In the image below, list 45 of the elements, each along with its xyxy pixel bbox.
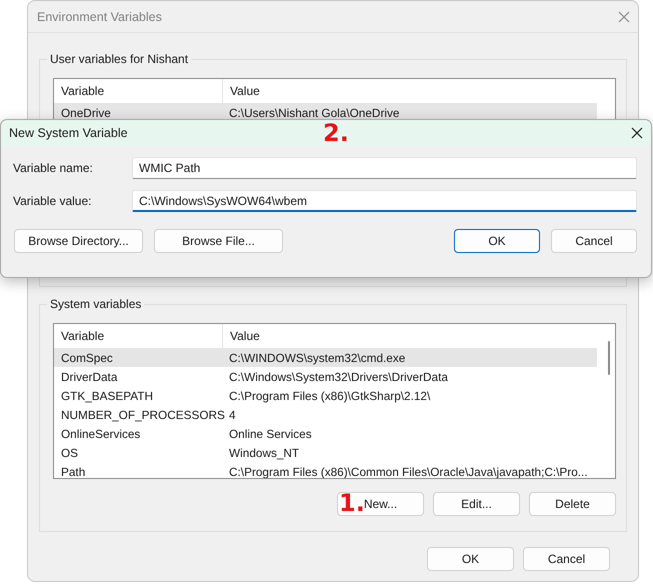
table-row[interactable]: ComSpec C:\WINDOWS\system32\cmd.exe [54,348,597,367]
dialog-button[interactable]: Browse Directory... [14,229,143,253]
step-annotation: 1. [339,491,365,515]
variable-cell-text: DriverData [60,370,118,384]
input-field[interactable]: C:\Windows\SysWOW64\wbem [132,190,637,212]
variable-cell-text: ComSpec [60,350,114,364]
variable-cell-text: NUMBER_OF_PROCESSORS [60,408,222,422]
dialog-button[interactable]: Delete [529,492,616,516]
field-label: Variable name: [13,161,94,175]
group-title: User variables for Nishant [47,52,192,66]
table-row[interactable]: OS Windows_NT [54,443,597,462]
window-title: Environment Variables [37,10,162,24]
variable-cell-text: Path [60,464,86,478]
table-row[interactable]: DriverData C:\Windows\System32\Drivers\DriverData [54,367,597,386]
dialog-button[interactable]: Browse File... [154,229,283,253]
value-cell-text: C:\Program Files (x86)\GtkSharp\2.12\ [228,388,432,402]
dialog-button[interactable]: Edit... [433,492,520,516]
group-title: System variables [47,297,144,311]
value-cell-text: Windows_NT [228,446,300,460]
value-cell-text: C:\Windows\System32\Drivers\DriverData [228,370,449,384]
step-annotation: 2. [323,121,349,145]
field-label: Variable value: [13,194,92,208]
table-row[interactable]: Path C:\Program Files (x86)\Common Files\Oracle\Java\javapath;C:\Pro... [54,462,597,478]
scrollbar-thumb[interactable] [608,341,610,375]
table-row[interactable]: GTK_BASEPATH C:\Program Files (x86)\GtkSharp\2.12\ [54,386,597,405]
table-row[interactable]: OnlineServices Online Services [54,424,597,443]
value-cell-text: C:\Program Files (x86)\Common Files\Oracle\Java\javapath;C:\Pro... [228,464,589,478]
value-cell-text: Online Services [228,426,313,440]
column-header[interactable]: Variable [54,79,222,103]
dialog-button[interactable]: Cancel [523,547,610,571]
dialog-title: New System Variable [9,126,128,140]
close-icon[interactable] [631,127,643,139]
input-field[interactable]: WMIC Path [132,157,637,179]
dialog-button[interactable]: Cancel [551,229,637,253]
variable-cell-text: OneDrive [60,106,112,120]
variable-cell-text: OnlineServices [60,426,142,440]
variable-cell-text: OS [60,446,80,460]
table-row[interactable]: NUMBER_OF_PROCESSORS 4 [54,405,597,424]
value-cell-text: C:\Users\Nishant Gola\OneDrive [228,106,400,120]
dialog-button[interactable]: OK [427,547,514,571]
column-header[interactable]: Variable [54,324,222,348]
value-cell-text: 4 [228,408,237,422]
variable-cell-text: GTK_BASEPATH [60,388,154,402]
value-cell-text: C:\WINDOWS\system32\cmd.exe [228,350,406,364]
dialog-button[interactable]: OK [454,229,540,253]
